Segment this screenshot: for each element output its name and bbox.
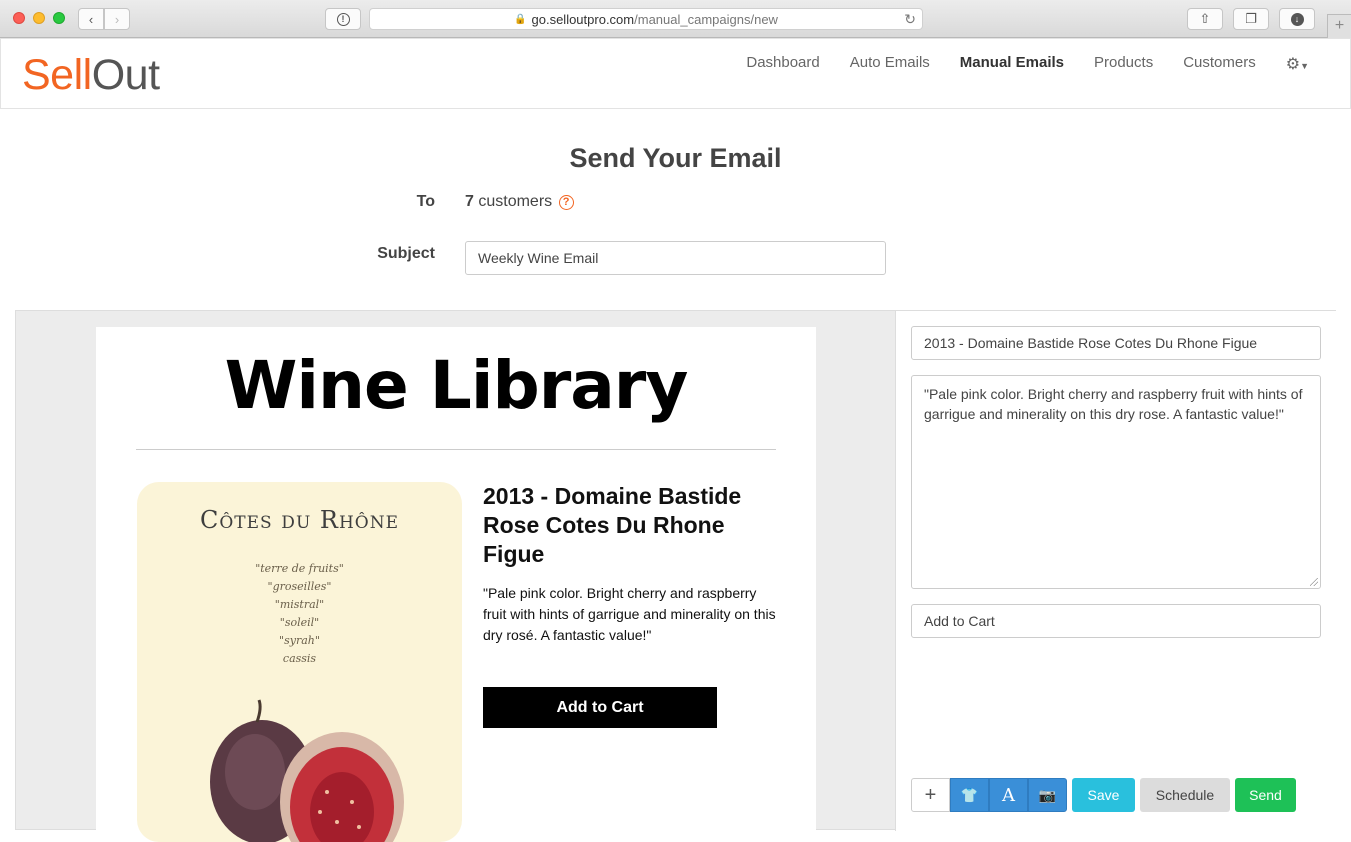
- divider: [136, 449, 776, 450]
- zoom-window-button[interactable]: [53, 12, 65, 24]
- nav-customers[interactable]: Customers: [1183, 54, 1256, 74]
- recipient-suffix: customers: [478, 193, 553, 210]
- email-preview: Wine Library Côtes du Rhône "terre de fr…: [96, 327, 816, 842]
- add-image-button[interactable]: 📷: [1028, 778, 1067, 812]
- text-icon: A: [1002, 784, 1015, 806]
- app-navbar: SellOut Dashboard Auto Emails Manual Ema…: [0, 38, 1351, 109]
- share-icon: ⇧: [1199, 11, 1211, 26]
- reader-button[interactable]: !: [325, 8, 361, 30]
- add-to-cart-button[interactable]: Add to Cart: [483, 687, 717, 728]
- schedule-button[interactable]: Schedule: [1140, 778, 1230, 812]
- email-editor: Wine Library Côtes du Rhône "terre de fr…: [15, 310, 1336, 842]
- recipient-count: 7: [465, 193, 474, 210]
- sellout-logo[interactable]: SellOut: [22, 51, 160, 100]
- minimize-window-button[interactable]: [33, 12, 45, 24]
- chevron-right-icon: ›: [114, 11, 120, 27]
- subject-input[interactable]: Weekly Wine Email: [465, 241, 886, 275]
- button-text-input[interactable]: Add to Cart: [911, 604, 1321, 638]
- caret-down-icon: ▼: [1300, 61, 1309, 71]
- nav-dashboard[interactable]: Dashboard: [746, 54, 819, 74]
- logo-sell: Sell: [22, 51, 92, 99]
- edit-panel: 2013 - Domaine Bastide Rose Cotes Du Rho…: [895, 311, 1336, 831]
- send-button[interactable]: Send: [1235, 778, 1296, 812]
- lock-icon: 🔒: [514, 13, 527, 25]
- editor-toolbar: + 👕 A 📷 Save Schedule Send: [911, 778, 1296, 812]
- download-icon: ↓: [1290, 12, 1304, 26]
- url-path: /manual_campaigns/new: [634, 11, 778, 27]
- nav-links: Dashboard Auto Emails Manual Emails Prod…: [746, 54, 1309, 74]
- add-product-button[interactable]: 👕: [950, 778, 989, 812]
- product-name[interactable]: 2013 - Domaine Bastide Rose Cotes Du Rho…: [483, 482, 783, 569]
- nav-products[interactable]: Products: [1094, 54, 1153, 74]
- add-text-button[interactable]: A: [989, 778, 1028, 812]
- product-description[interactable]: "Pale pink color. Bright cherry and rasp…: [483, 583, 783, 646]
- address-bar[interactable]: 🔒 go.selloutpro.com/manual_campaigns/new…: [369, 8, 923, 30]
- plus-icon: +: [1334, 17, 1345, 34]
- fig-illustration: [210, 699, 404, 842]
- product-description-textarea[interactable]: "Pale pink color. Bright cherry and rasp…: [911, 375, 1321, 589]
- tabs-icon: ❐: [1245, 11, 1257, 26]
- to-label: To: [416, 193, 435, 210]
- downloads-button[interactable]: ↓: [1279, 8, 1315, 30]
- recipients-summary: 7 customers ?: [465, 193, 574, 211]
- close-window-button[interactable]: [13, 12, 25, 24]
- nav-auto-emails[interactable]: Auto Emails: [850, 54, 930, 74]
- logo-out: Out: [91, 51, 160, 99]
- tabs-button[interactable]: ❐: [1233, 8, 1269, 30]
- product-image[interactable]: Côtes du Rhône "terre de fruits" "grosei…: [137, 482, 462, 842]
- resize-handle[interactable]: [1310, 578, 1318, 586]
- plus-icon: +: [924, 783, 937, 806]
- chevron-left-icon: ‹: [88, 11, 94, 27]
- reload-icon[interactable]: ↻: [904, 11, 916, 28]
- camera-icon: 📷: [1038, 786, 1057, 803]
- page-title: Send Your Email: [569, 143, 782, 173]
- subject-label: Subject: [377, 245, 435, 262]
- back-button[interactable]: ‹: [78, 8, 104, 30]
- url-domain: go.selloutpro.com: [531, 11, 635, 27]
- gear-icon: ⚙: [1285, 56, 1301, 73]
- new-tab-button[interactable]: +: [1327, 14, 1351, 38]
- help-icon[interactable]: ?: [558, 195, 574, 210]
- forward-button[interactable]: ›: [104, 8, 130, 30]
- info-icon: !: [336, 12, 350, 26]
- save-button[interactable]: Save: [1072, 778, 1135, 812]
- nav-manual-emails[interactable]: Manual Emails: [960, 54, 1064, 74]
- settings-menu[interactable]: ⚙▼: [1286, 54, 1309, 74]
- email-brand-heading[interactable]: Wine Library: [96, 347, 816, 424]
- share-button[interactable]: ⇧: [1187, 8, 1223, 30]
- product-title-input[interactable]: 2013 - Domaine Bastide Rose Cotes Du Rho…: [911, 326, 1321, 360]
- shirt-icon: 👕: [960, 786, 979, 803]
- add-block-button[interactable]: +: [911, 778, 950, 812]
- description-text: "Pale pink color. Bright cherry and rasp…: [924, 386, 1303, 422]
- browser-toolbar: ‹ › ! 🔒 go.selloutpro.com/manual_campaig…: [0, 0, 1351, 38]
